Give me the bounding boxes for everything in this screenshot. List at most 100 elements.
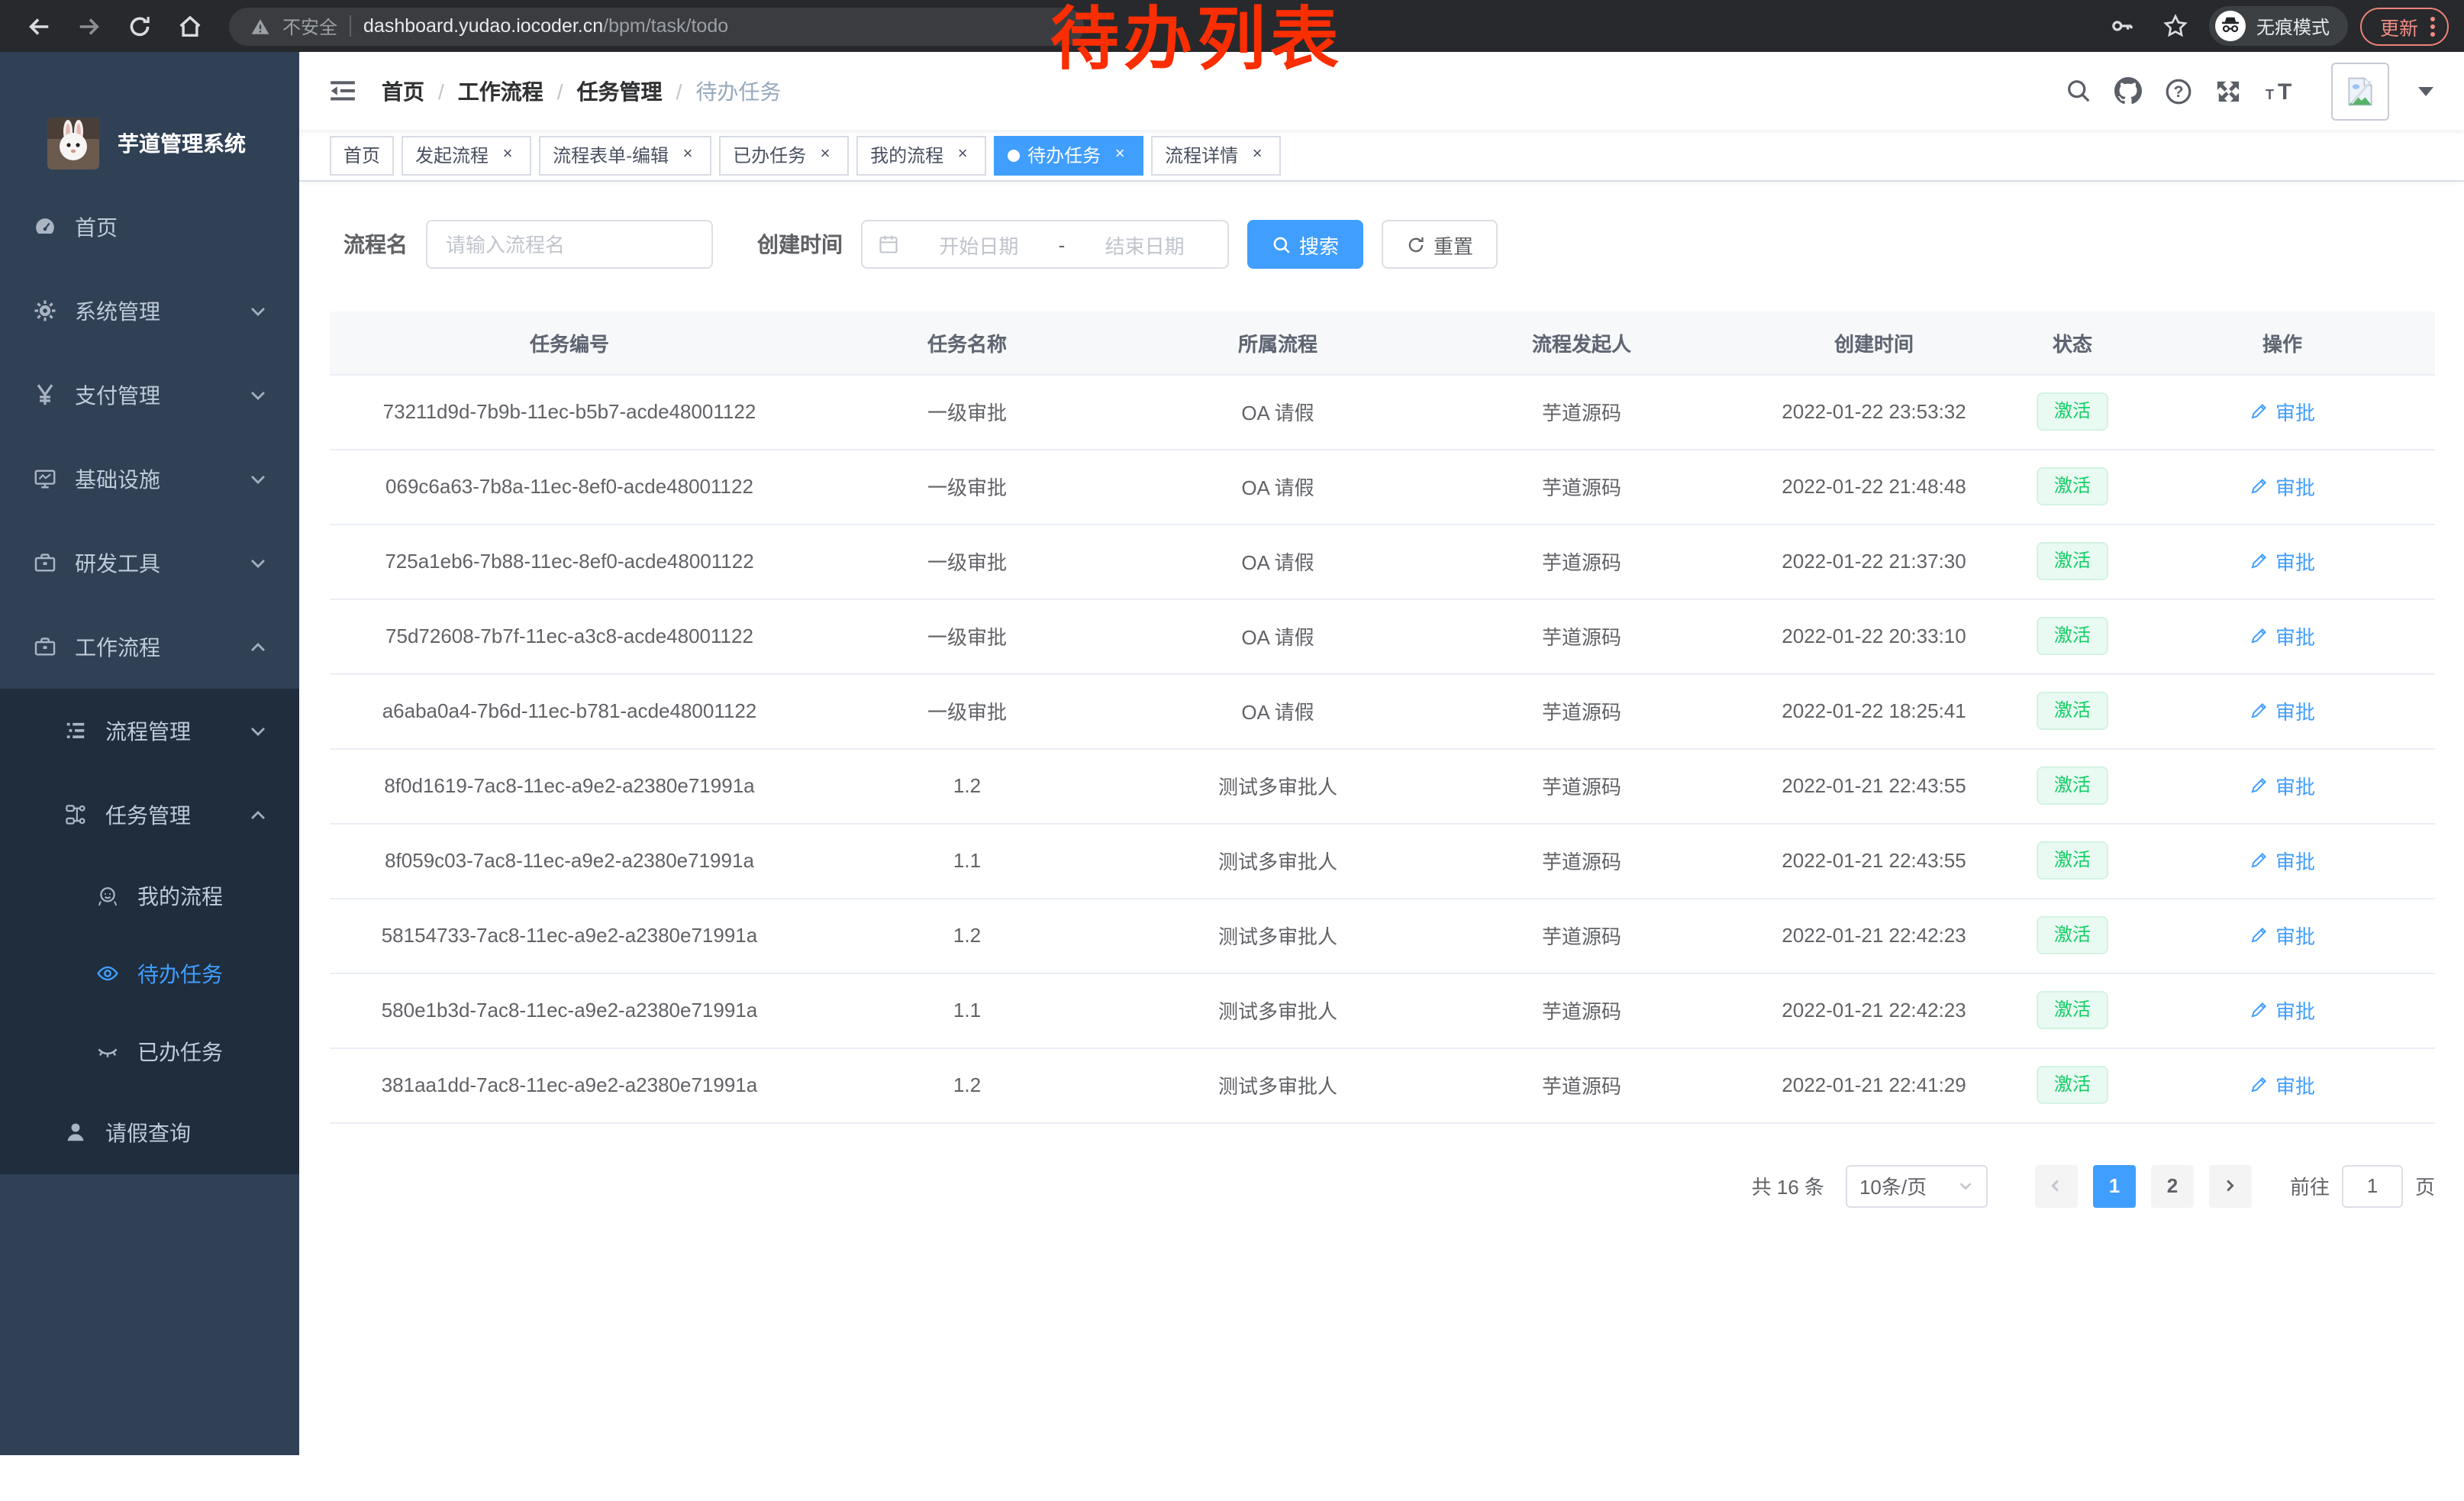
github-icon[interactable] (2114, 77, 2142, 105)
address-bar[interactable]: 不安全 dashboard.yudao.iocoder.cn/bpm/task/… (229, 7, 1084, 45)
approve-link[interactable]: 审批 (2250, 547, 2315, 576)
search-button-icon (1272, 234, 1292, 254)
reset-button[interactable]: 重置 (1382, 220, 1498, 269)
prev-page-button[interactable] (2035, 1164, 2078, 1207)
sidebar-item-infra[interactable]: 基础设施 (0, 437, 299, 521)
breadcrumb-item[interactable]: 工作流程 (458, 76, 543, 106)
fullscreen-icon[interactable] (2215, 77, 2243, 105)
cell-initiator: 芋道源码 (1430, 673, 1733, 748)
date-range-picker[interactable]: 开始日期 - 结束日期 (861, 220, 1229, 269)
process-name-label: 流程名 (343, 229, 408, 260)
table-row: a6aba0a4-7b6d-11ec-b781-acde48001122 一级审… (330, 673, 2435, 748)
sidebar-item-workflow[interactable]: 工作流程 (0, 605, 299, 689)
page-button-1[interactable]: 1 (2093, 1164, 2136, 1207)
close-tab-icon[interactable]: × (498, 145, 518, 165)
goto-page-input[interactable] (2342, 1164, 2403, 1207)
forward-icon[interactable] (76, 13, 102, 39)
process-name-input[interactable] (426, 220, 713, 269)
sidebar-item-done-task[interactable]: 已办任务 (0, 1012, 299, 1090)
incognito-badge: 无痕模式 (2209, 6, 2348, 46)
page-button-2[interactable]: 2 (2151, 1164, 2194, 1207)
chevron-up-icon (249, 638, 267, 656)
browser-menu-icon[interactable] (2430, 16, 2435, 36)
gear-icon (32, 299, 56, 323)
app-logo[interactable]: 芋道管理系统 (47, 118, 246, 169)
close-tab-icon[interactable]: × (1110, 145, 1130, 165)
status-badge: 激活 (2037, 692, 2108, 730)
search-icon[interactable] (2064, 77, 2091, 105)
table-row: 8f0d1619-7ac8-11ec-a9e2-a2380e71991a 1.2… (330, 748, 2435, 823)
cell-task-name: 1.1 (809, 973, 1125, 1047)
help-icon[interactable]: ? (2165, 77, 2192, 105)
cell-created: 2022-01-22 23:53:32 (1733, 374, 2015, 449)
approve-link[interactable]: 审批 (2250, 397, 2315, 426)
close-tab-icon[interactable]: × (815, 145, 835, 165)
next-page-button[interactable] (2209, 1164, 2252, 1207)
status-badge: 激活 (2037, 542, 2108, 580)
breadcrumb-item: 待办任务 (695, 76, 781, 106)
tab-start-process[interactable]: 发起流程 × (402, 135, 531, 175)
sidebar-fold-icon[interactable] (328, 76, 357, 105)
sidebar-item-my-process[interactable]: 我的流程 (0, 857, 299, 934)
sidebar-item-devtools[interactable]: 研发工具 (0, 521, 299, 605)
approve-link[interactable]: 审批 (2250, 846, 2315, 875)
reload-icon[interactable] (127, 13, 153, 39)
font-size-icon[interactable]: TT (2266, 77, 2302, 105)
calendar-icon (878, 234, 899, 255)
key-icon[interactable] (2110, 13, 2136, 39)
tab-todo-task[interactable]: 待办任务 × (994, 135, 1143, 175)
browser-update-button[interactable]: 更新 (2360, 7, 2449, 45)
approve-link[interactable]: 审批 (2250, 996, 2315, 1025)
url-text[interactable]: dashboard.yudao.iocoder.cn/bpm/task/todo (363, 15, 728, 37)
tab-done-task[interactable]: 已办任务 × (719, 135, 849, 175)
column-header: 任务编号 (330, 311, 809, 374)
edit-pencil-icon (2250, 1075, 2269, 1095)
approve-link[interactable]: 审批 (2250, 771, 2315, 800)
table-row: 58154733-7ac8-11ec-a9e2-a2380e71991a 1.2… (330, 898, 2435, 973)
approve-link[interactable]: 审批 (2250, 621, 2315, 650)
cell-task-id: 8f0d1619-7ac8-11ec-a9e2-a2380e71991a (330, 748, 809, 823)
sidebar-item-system[interactable]: 系统管理 (0, 269, 299, 353)
tab-my-process[interactable]: 我的流程 × (856, 135, 986, 175)
search-button[interactable]: 搜索 (1247, 220, 1363, 269)
close-tab-icon[interactable]: × (953, 145, 972, 165)
home-icon[interactable] (177, 13, 203, 39)
approve-link[interactable]: 审批 (2250, 1070, 2315, 1099)
cell-initiator: 芋道源码 (1430, 524, 1733, 599)
cell-task-id: 8f059c03-7ac8-11ec-a9e2-a2380e71991a (330, 823, 809, 898)
approve-link[interactable]: 审批 (2250, 696, 2315, 725)
sidebar-item-home[interactable]: 首页 (0, 185, 299, 269)
active-tab-dot (1008, 149, 1020, 161)
tab-process-detail[interactable]: 流程详情 × (1151, 135, 1281, 175)
toolbox-icon (32, 550, 56, 575)
approve-link[interactable]: 审批 (2250, 472, 2315, 501)
status-badge: 激活 (2037, 1066, 2108, 1104)
back-icon[interactable] (26, 13, 52, 39)
cell-initiator: 芋道源码 (1430, 973, 1733, 1047)
security-warning-icon[interactable] (250, 16, 270, 36)
page-size-select[interactable]: 10条/页 (1846, 1164, 1988, 1207)
sidebar-item-leave-query[interactable]: 请假查询 (0, 1090, 299, 1174)
org-tree-icon (63, 802, 87, 827)
eye-open-icon (95, 961, 119, 986)
cell-created: 2022-01-21 22:43:55 (1733, 748, 2015, 823)
sidebar-item-task-mgmt[interactable]: 任务管理 (0, 773, 299, 857)
breadcrumb-item[interactable]: 任务管理 (577, 76, 663, 106)
sidebar-item-todo-task[interactable]: 待办任务 (0, 934, 299, 1012)
avatar-dropdown-icon[interactable] (2418, 86, 2433, 95)
tab-form-edit[interactable]: 流程表单-编辑 × (539, 135, 711, 175)
url-divider (350, 15, 351, 37)
close-tab-icon[interactable]: × (1247, 145, 1267, 165)
close-tab-icon[interactable]: × (678, 145, 698, 165)
tab-home[interactable]: 首页 (330, 135, 394, 175)
chevron-down-icon (1957, 1177, 1974, 1194)
breadcrumb-item[interactable]: 首页 (382, 76, 424, 106)
avatar[interactable] (2331, 62, 2389, 120)
sidebar-item-process-mgmt[interactable]: 流程管理 (0, 689, 299, 773)
bookmark-star-icon[interactable] (2163, 13, 2189, 39)
svg-text:?: ? (2174, 82, 2184, 100)
chevron-down-icon (249, 554, 267, 572)
approve-link[interactable]: 审批 (2250, 921, 2315, 950)
cell-initiator: 芋道源码 (1430, 823, 1733, 898)
sidebar-item-payment[interactable]: 支付管理 (0, 353, 299, 437)
